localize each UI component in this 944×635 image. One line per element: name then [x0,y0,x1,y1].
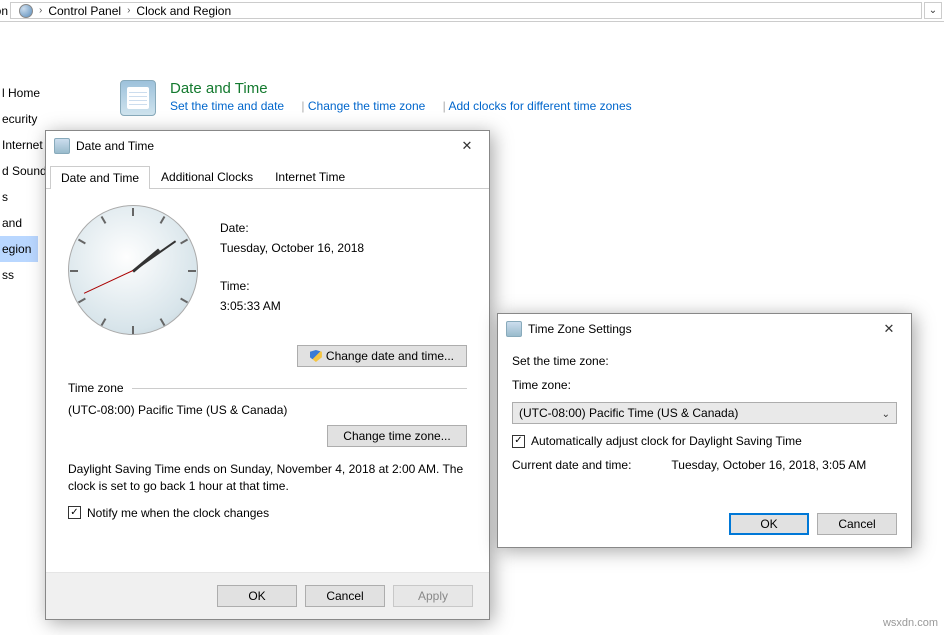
current-datetime-value: Tuesday, October 16, 2018, 3:05 AM [671,458,866,472]
time-zone-section-label: Time zone [68,381,124,395]
shield-icon [310,350,322,362]
breadcrumb-seg-control-panel[interactable]: Control Panel [48,4,121,18]
time-zone-settings-dialog: Time Zone Settings ✕ Set the time zone: … [497,313,912,548]
date-time-dialog: Date and Time ✕ Date and Time Additional… [45,130,490,620]
sidebar-item-s[interactable]: s [0,184,38,210]
link-add-clocks[interactable]: Add clocks for different time zones [448,99,631,113]
close-icon[interactable]: ✕ [451,135,483,157]
tz-heading: Set the time zone: [512,354,897,368]
globe-icon [19,4,33,18]
sidebar-item-region[interactable]: egion [0,236,38,262]
category-date-time: Date and Time Set the time and date | Ch… [120,80,646,116]
sidebar-item-home[interactable]: l Home [0,80,38,106]
sidebar-item-and[interactable]: and [0,210,38,236]
notify-label: Notify me when the clock changes [87,506,269,520]
chevron-right-icon: › [127,5,130,16]
ok-button[interactable]: OK [217,585,297,607]
sidebar-item-security[interactable]: ecurity [0,106,38,132]
dst-note: Daylight Saving Time ends on Sunday, Nov… [68,461,467,496]
checkbox-icon[interactable]: ✓ [512,435,525,448]
time-value: 3:05:33 AM [220,299,364,313]
ok-button[interactable]: OK [729,513,809,535]
tab-date-and-time[interactable]: Date and Time [50,166,150,189]
tab-additional-clocks[interactable]: Additional Clocks [150,165,264,188]
change-time-zone-button[interactable]: Change time zone... [327,425,467,447]
breadcrumb-seg-clock-region[interactable]: Clock and Region [136,4,231,18]
dialog-footer: OK Cancel Apply [46,572,489,619]
dialog-title: Time Zone Settings [528,322,867,336]
tab-internet-time[interactable]: Internet Time [264,165,356,188]
category-title[interactable]: Date and Time [170,80,646,97]
tz-titlebar[interactable]: Time Zone Settings ✕ [498,314,911,344]
watermark: wsxdn.com [883,617,938,629]
cancel-button[interactable]: Cancel [817,513,897,535]
dialog-title: Date and Time [76,139,445,153]
time-zone-selected-value: (UTC-08:00) Pacific Time (US & Canada) [519,406,738,420]
address-bar: on › Control Panel › Clock and Region [0,0,944,22]
breadcrumb[interactable]: › Control Panel › Clock and Region [10,2,922,19]
date-time-titlebar[interactable]: Date and Time ✕ [46,131,489,161]
date-value: Tuesday, October 16, 2018 [220,241,364,255]
notify-checkbox-row[interactable]: ✓ Notify me when the clock changes [68,506,467,520]
link-set-time-date[interactable]: Set the time and date [170,99,284,113]
analog-clock [68,205,198,335]
time-zone-value: (UTC-08:00) Pacific Time (US & Canada) [68,403,467,417]
time-zone-select[interactable]: (UTC-08:00) Pacific Time (US & Canada) [512,402,897,424]
change-date-time-button[interactable]: Change date and time... [297,345,467,367]
sidebar-item-ss[interactable]: ss [0,262,38,288]
tab-strip: Date and Time Additional Clocks Internet… [46,161,489,189]
address-dropdown[interactable] [924,2,942,19]
tz-label: Time zone: [512,378,897,392]
date-label: Date: [220,221,364,235]
chevron-down-icon [882,406,890,420]
close-icon[interactable]: ✕ [873,318,905,340]
checkbox-icon[interactable]: ✓ [68,506,81,519]
sidebar-item-internet[interactable]: Internet [0,132,38,158]
date-time-icon [120,80,156,116]
dialog-footer: OK Cancel [498,501,911,547]
dst-checkbox-row[interactable]: ✓ Automatically adjust clock for Dayligh… [512,434,897,448]
time-label: Time: [220,279,364,293]
sidebar-item-sound[interactable]: d Sound [0,158,38,184]
clock-icon [506,321,522,337]
cancel-button[interactable]: Cancel [305,585,385,607]
title-truncated: on [0,0,8,21]
dst-label: Automatically adjust clock for Daylight … [531,434,802,448]
clock-icon [54,138,70,154]
link-change-time-zone[interactable]: Change the time zone [308,99,425,113]
sidebar: l Home ecurity Internet d Sound s and eg… [0,30,38,630]
current-datetime-label: Current date and time: [512,458,631,472]
apply-button: Apply [393,585,473,607]
chevron-right-icon: › [39,5,42,16]
